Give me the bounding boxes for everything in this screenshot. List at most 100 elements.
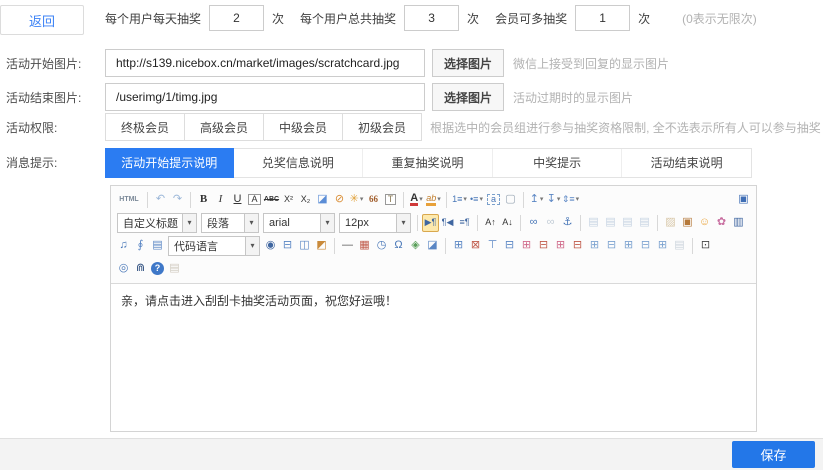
text-indent-icon[interactable]: ≡¶ <box>456 214 473 232</box>
insert-date-icon[interactable]: ▦ <box>356 237 373 255</box>
paragraph-space-before-icon[interactable]: ↥▾ <box>528 191 545 209</box>
end-image-url-input[interactable] <box>105 83 425 111</box>
image-placeholder-icon[interactable]: ▨ <box>662 214 679 232</box>
unordered-list-icon[interactable]: •≡▾ <box>468 191 485 209</box>
anchor-name-icon[interactable]: a <box>485 191 502 209</box>
blockquote-icon[interactable]: 66 <box>365 191 382 209</box>
insert-columns-icon[interactable]: ◫ <box>296 237 313 255</box>
anchor-icon[interactable]: ⚓ <box>559 214 576 232</box>
split-to-cols-icon[interactable]: ⊞ <box>654 237 671 255</box>
insert-caption-icon[interactable]: ⊟ <box>501 237 518 255</box>
line-height-icon[interactable]: ⇕≡▾ <box>562 191 579 209</box>
bold-icon[interactable]: B <box>195 191 212 209</box>
paragraph-space-after-icon[interactable]: ↧▾ <box>545 191 562 209</box>
insert-image-icon[interactable]: ▣ <box>679 214 696 232</box>
code-language-select[interactable]: 代码语言▾ <box>168 236 260 256</box>
help-icon[interactable]: ? <box>149 260 166 278</box>
chevron-down-icon[interactable]: ▾ <box>396 214 410 232</box>
rtl-paragraph-icon[interactable]: ¶◀ <box>439 214 456 232</box>
font-size-select[interactable]: 12px▾ <box>339 213 411 233</box>
attachment-icon[interactable]: ∮ <box>132 237 149 255</box>
font-color-icon[interactable]: A▾ <box>408 191 425 209</box>
member-option-2[interactable]: 中级会员 <box>263 113 343 141</box>
special-char-icon[interactable]: Ω <box>390 237 407 255</box>
remove-format-icon[interactable]: ◪ <box>314 191 331 209</box>
source-code-icon[interactable]: HTML <box>115 191 143 209</box>
italic-icon[interactable]: I <box>212 191 229 209</box>
tab-activity-start[interactable]: 活动开始提示说明 <box>105 148 234 178</box>
ltr-paragraph-icon[interactable]: ▶¶ <box>422 214 439 232</box>
superscript-icon[interactable]: X² <box>280 191 297 209</box>
scrawl-icon[interactable]: ✿ <box>713 214 730 232</box>
background-color-icon[interactable]: ab▾ <box>425 191 442 209</box>
char-border-icon[interactable]: A <box>246 191 263 209</box>
insert-video-icon[interactable]: ▥ <box>730 214 747 232</box>
merge-cells-icon[interactable]: ⊞ <box>586 237 603 255</box>
custom-title-select[interactable]: 自定义标题▾ <box>117 213 197 233</box>
member-option-0[interactable]: 终极会员 <box>105 113 185 141</box>
redo-icon[interactable]: ↷ <box>169 191 186 209</box>
delete-row-icon[interactable]: ⊟ <box>535 237 552 255</box>
snapshot-icon[interactable]: ◩ <box>313 237 330 255</box>
tab-redeem-info[interactable]: 兑奖信息说明 <box>234 149 364 177</box>
member-option-1[interactable]: 高级会员 <box>184 113 264 141</box>
editor-content[interactable]: 亲，请点击进入刮刮卡抽奖活动页面，祝您好运哦！ <box>111 284 756 431</box>
insert-row-icon[interactable]: ⊞ <box>518 237 535 255</box>
format-brush-icon[interactable]: ⊘ <box>331 191 348 209</box>
start-image-url-input[interactable] <box>105 49 425 77</box>
tab-activity-end[interactable]: 活动结束说明 <box>622 149 751 177</box>
chevron-down-icon[interactable]: ▾ <box>479 196 483 203</box>
undo-icon[interactable]: ↶ <box>152 191 169 209</box>
emotion-icon[interactable]: ☺ <box>696 214 713 232</box>
delete-col-icon[interactable]: ⊟ <box>569 237 586 255</box>
chevron-down-icon[interactable]: ▾ <box>182 214 196 232</box>
underline-icon[interactable]: U <box>229 191 246 209</box>
save-button[interactable]: 保存 <box>732 441 815 468</box>
insert-chart-icon[interactable]: ◪ <box>424 237 441 255</box>
clear-doc-icon[interactable]: ▢ <box>502 191 519 209</box>
chevron-down-icon[interactable]: ▾ <box>419 196 423 203</box>
split-to-rows-icon[interactable]: ⊟ <box>637 237 654 255</box>
tab-win-prize[interactable]: 中奖提示 <box>493 149 623 177</box>
ordered-list-icon[interactable]: 1≡▾ <box>451 191 468 209</box>
start-image-pick-button[interactable]: 选择图片 <box>432 49 504 77</box>
tab-repeat-draw[interactable]: 重复抽奖说明 <box>363 149 493 177</box>
font-family-select[interactable]: arial▾ <box>263 213 335 233</box>
total-draw-input[interactable] <box>404 5 459 31</box>
chevron-down-icon[interactable]: ▾ <box>244 214 258 232</box>
font-size-down-icon[interactable]: A↓ <box>499 214 516 232</box>
insert-table-icon[interactable]: ⊞ <box>450 237 467 255</box>
find-replace-icon[interactable]: ⋒ <box>132 260 149 278</box>
insert-time-icon[interactable]: ◷ <box>373 237 390 255</box>
justify-left-icon[interactable]: ▤ <box>585 214 602 232</box>
justify-justify-icon[interactable]: ▤ <box>636 214 653 232</box>
chevron-down-icon[interactable]: ▾ <box>437 196 441 203</box>
chevron-down-icon[interactable]: ▾ <box>320 214 334 232</box>
merge-right-icon[interactable]: ⊟ <box>603 237 620 255</box>
fullscreen-icon[interactable]: ▣ <box>735 191 752 209</box>
end-image-pick-button[interactable]: 选择图片 <box>432 83 504 111</box>
paste-plain-icon[interactable]: T <box>382 191 399 209</box>
print-icon[interactable]: ⊡ <box>697 237 714 255</box>
strikethrough-icon[interactable]: ABC <box>263 191 280 209</box>
chevron-down-icon[interactable]: ▾ <box>557 196 561 203</box>
merge-down-icon[interactable]: ⊞ <box>620 237 637 255</box>
paste-icon[interactable]: ▤ <box>166 260 183 278</box>
word-import-icon[interactable]: ▤ <box>149 237 166 255</box>
daily-draw-input[interactable] <box>209 5 264 31</box>
insert-code-icon[interactable]: ◉ <box>262 237 279 255</box>
table-sort-icon[interactable]: ▤ <box>671 237 688 255</box>
table-title-icon[interactable]: ⊤ <box>484 237 501 255</box>
member-option-3[interactable]: 初级会员 <box>342 113 422 141</box>
paragraph-select[interactable]: 段落▾ <box>201 213 259 233</box>
auto-typeset-icon[interactable]: ✳▾ <box>348 191 365 209</box>
delete-table-icon[interactable]: ⊠ <box>467 237 484 255</box>
subscript-icon[interactable]: X₂ <box>297 191 314 209</box>
chevron-down-icon[interactable]: ▾ <box>360 196 364 203</box>
chevron-down-icon[interactable]: ▾ <box>245 237 259 255</box>
chevron-down-icon[interactable]: ▾ <box>463 196 467 203</box>
justify-right-icon[interactable]: ▤ <box>619 214 636 232</box>
font-size-up-icon[interactable]: A↑ <box>482 214 499 232</box>
back-button[interactable]: 返回 <box>0 5 84 35</box>
insert-col-icon[interactable]: ⊞ <box>552 237 569 255</box>
